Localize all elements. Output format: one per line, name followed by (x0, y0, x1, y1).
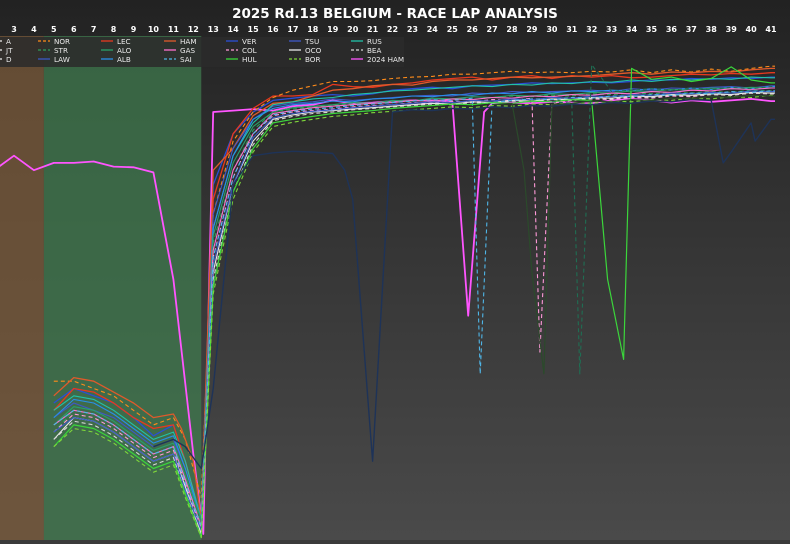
x-tick-label: 9 (131, 25, 137, 34)
legend-label: LEC (117, 37, 131, 46)
legend-label: NOR (54, 37, 70, 46)
legend-label: OCO (305, 46, 322, 55)
legend-label: BOR (305, 55, 320, 64)
x-tick-label: 32 (586, 25, 597, 34)
x-tick-label: 29 (526, 25, 538, 34)
legend: A NOR LEC HAM VER TSU RUS JT STR ALO GAS COL OCO BEA D… (0, 37, 404, 67)
x-tick-label: 37 (686, 25, 697, 34)
x-tick-label: 10 (148, 25, 160, 34)
x-tick-label: 7 (91, 25, 97, 34)
x-tick-label: 41 (765, 25, 777, 34)
legend-label: BEA (367, 46, 381, 55)
x-tick-label: 16 (267, 25, 279, 34)
x-tick-label: 36 (666, 25, 678, 34)
x-tick-label: 23 (407, 25, 418, 34)
legend-label: GAS (180, 46, 195, 55)
x-tick-label: 31 (566, 25, 578, 34)
legend-label: COL (242, 46, 257, 55)
x-tick-label: 6 (71, 25, 77, 34)
x-tick-label: 17 (287, 25, 298, 34)
chart: 3 4 5 6 7 8 9 10 11 12 13 14 15 16 17 18 19 20 21 22 23 24 25 2… (0, 0, 790, 540)
legend-label: VER (242, 37, 256, 46)
x-tick-label: 28 (506, 25, 518, 34)
x-tick-label: 24 (427, 25, 439, 34)
x-tick-label: 4 (31, 25, 37, 34)
x-tick-label: 13 (208, 25, 219, 34)
shaded-regions (0, 36, 202, 540)
x-tick-label: 8 (111, 25, 117, 34)
legend-label: STR (54, 46, 68, 55)
x-tick-label: 12 (188, 25, 199, 34)
x-tick-label: 38 (706, 25, 718, 34)
x-tick-label: 25 (447, 25, 459, 34)
x-tick-label: 27 (487, 25, 498, 34)
legend-label: JT (5, 46, 13, 55)
legend-label: SAI (180, 55, 192, 64)
x-tick-label: 34 (626, 25, 638, 34)
x-tick-label: 39 (726, 25, 738, 34)
x-tick-label: 30 (546, 25, 558, 34)
legend-label: LAW (54, 55, 70, 64)
shaded-region-0 (0, 36, 44, 540)
x-tick-label: 35 (646, 25, 658, 34)
x-tick-label: 18 (307, 25, 319, 34)
x-tick-label: 5 (51, 25, 57, 34)
x-tick-label: 20 (347, 25, 359, 34)
legend-label: D (6, 55, 12, 64)
legend-label: ALO (117, 46, 132, 55)
legend-label: HUL (242, 55, 257, 64)
legend-label: HAM (180, 37, 197, 46)
legend-label: ALB (117, 55, 131, 64)
x-tick-label: 15 (248, 25, 260, 34)
chart-title: 2025 Rd.13 BELGIUM - RACE LAP ANALYSIS (232, 6, 558, 22)
x-tick-label: 22 (387, 25, 398, 34)
x-tick-label: 40 (746, 25, 758, 34)
x-tick-label: 26 (467, 25, 479, 34)
x-tick-label: 33 (606, 25, 617, 34)
x-tick-label: 14 (228, 25, 240, 34)
legend-label: A (6, 37, 11, 46)
x-tick-label: 21 (367, 25, 379, 34)
legend-label: TSU (304, 37, 319, 46)
lap-chart-svg: 3 4 5 6 7 8 9 10 11 12 13 14 15 16 17 18 19 20 21 22 23 24 25 2… (0, 0, 790, 540)
x-tick-label: 3 (11, 25, 17, 34)
legend-label: RUS (367, 37, 382, 46)
x-tick-label: 19 (327, 25, 339, 34)
x-tick-label: 11 (168, 25, 180, 34)
legend-label: 2024 HAM (367, 55, 404, 64)
